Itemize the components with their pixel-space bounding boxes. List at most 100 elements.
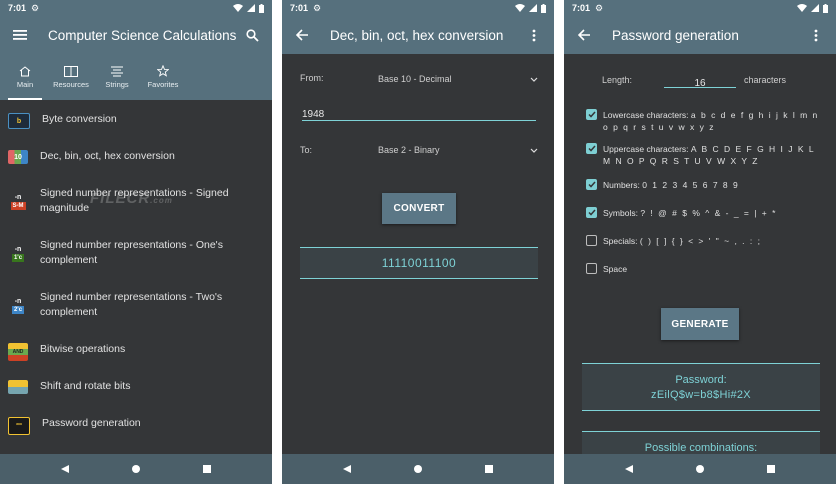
- option-chars: ? ! @ # $ % ^ & - _ = | + *: [640, 208, 777, 218]
- option-uppercase[interactable]: Uppercase characters: A B C D E F G H I …: [586, 143, 823, 167]
- home-nav-icon[interactable]: [680, 454, 720, 484]
- more-vert-icon[interactable]: [804, 23, 828, 47]
- list-item-label: Signed number representations - One's co…: [40, 239, 223, 266]
- system-nav-bar: [564, 454, 836, 484]
- length-unit: characters: [744, 75, 787, 85]
- settings-status-icon: ⚙: [313, 2, 322, 13]
- checkbox-numbers[interactable]: [586, 179, 597, 190]
- option-label: Space: [603, 264, 628, 274]
- list-icon: [111, 66, 123, 76]
- back-nav-icon[interactable]: [327, 454, 367, 484]
- convert-button[interactable]: CONVERT: [382, 193, 456, 224]
- option-label: Numbers:: [603, 180, 640, 190]
- app-bar: Password generation: [564, 16, 836, 54]
- status-time: 7:01: [572, 3, 591, 13]
- screen-main-menu: 7:01 ⚙ Computer Science Calculations Mai…: [0, 0, 272, 484]
- checkbox-lowercase[interactable]: [586, 109, 597, 120]
- option-numbers[interactable]: Numbers: 0 1 2 3 4 5 6 7 8 9: [586, 179, 823, 191]
- tab-resources[interactable]: Resources: [48, 54, 94, 100]
- number-input-value: 1948: [302, 109, 325, 120]
- check-icon: [587, 111, 596, 118]
- list-item-ones-complement[interactable]: -n 1'c Signed number representations - On…: [0, 238, 272, 268]
- option-label: Uppercase characters:: [603, 144, 689, 154]
- checkbox-space[interactable]: [586, 263, 597, 274]
- home-nav-icon[interactable]: [116, 454, 156, 484]
- menu-icon[interactable]: [8, 23, 32, 47]
- back-nav-icon[interactable]: [609, 454, 649, 484]
- option-space[interactable]: Space: [586, 263, 823, 275]
- back-arrow-icon[interactable]: [572, 23, 596, 47]
- twos-complement-icon: -n 2'c: [11, 298, 25, 314]
- tab-label: Resources: [53, 79, 89, 89]
- from-label: From:: [300, 73, 324, 83]
- wifi-icon: [515, 4, 525, 12]
- checkbox-symbols[interactable]: [586, 207, 597, 218]
- tab-label: Favorites: [147, 80, 179, 89]
- status-time: 7:01: [8, 3, 27, 13]
- length-input[interactable]: 16: [664, 73, 736, 89]
- to-select[interactable]: Base 2 - Binary: [378, 142, 538, 158]
- recents-nav-icon[interactable]: [469, 454, 509, 484]
- list-item-bitwise[interactable]: AND Bitwise operations: [0, 342, 133, 361]
- bitwise-icon: AND: [8, 343, 28, 361]
- from-select[interactable]: Base 10 - Decimal: [378, 71, 538, 87]
- back-arrow-icon[interactable]: [290, 23, 314, 47]
- list-item-password-generation[interactable]: *** Password generation: [0, 416, 149, 435]
- status-bar: 7:01 ⚙: [282, 0, 554, 16]
- option-symbols[interactable]: Symbols: ? ! @ # $ % ^ & - _ = | + *: [586, 207, 823, 219]
- system-nav-bar: [282, 454, 554, 484]
- length-input-value: 16: [694, 78, 706, 89]
- list-item-twos-complement[interactable]: -n 2'c Signed number representations - Tw…: [0, 290, 272, 320]
- check-icon: [587, 145, 596, 152]
- book-icon: [64, 65, 78, 77]
- list-item-shift-rotate[interactable]: Shift and rotate bits: [0, 379, 138, 394]
- status-time: 7:01: [290, 3, 309, 13]
- generate-button[interactable]: GENERATE: [661, 308, 739, 340]
- system-nav-bar: [0, 454, 272, 484]
- home-nav-icon[interactable]: [398, 454, 438, 484]
- more-vert-icon[interactable]: [522, 23, 546, 47]
- signal-icon: [529, 4, 537, 12]
- list-item-byte-conversion[interactable]: b Byte conversion: [0, 112, 125, 129]
- settings-status-icon: ⚙: [595, 2, 604, 13]
- checkbox-uppercase[interactable]: [586, 143, 597, 154]
- shift-icon: [8, 380, 28, 394]
- tab-label: Strings: [105, 79, 129, 89]
- tab-favorites[interactable]: Favorites: [140, 54, 186, 100]
- tab-strings[interactable]: Strings: [94, 54, 140, 100]
- recents-nav-icon[interactable]: [751, 454, 791, 484]
- wifi-icon: [797, 4, 807, 12]
- number-input[interactable]: 1948: [302, 104, 536, 121]
- app-bar: Computer Science Calculations: [0, 16, 272, 54]
- option-chars: 0 1 2 3 4 5 6 7 8 9: [642, 180, 740, 190]
- result-box: 11110011100: [300, 247, 538, 279]
- option-lowercase[interactable]: Lowercase characters: a b c d e f g h i …: [586, 109, 823, 133]
- page-title: Password generation: [612, 27, 739, 43]
- password-label: Password:: [675, 373, 727, 386]
- ones-complement-icon: -n 1'c: [11, 246, 25, 262]
- status-bar: 7:01 ⚙: [564, 0, 836, 16]
- back-nav-icon[interactable]: [45, 454, 85, 484]
- byte-icon: b: [8, 113, 30, 129]
- screen-base-conversion: 7:01 ⚙ Dec, bin, oct, hex conversion Fro…: [282, 0, 554, 484]
- tab-label: Main: [16, 79, 34, 89]
- list-item-label: Dec, bin, oct, hex conversion: [40, 150, 175, 162]
- page-title: Dec, bin, oct, hex conversion: [330, 27, 504, 43]
- recents-nav-icon[interactable]: [187, 454, 227, 484]
- app-bar: Dec, bin, oct, hex conversion: [282, 16, 554, 54]
- length-label: Length:: [602, 75, 633, 85]
- list-item-base-conversion[interactable]: 10 Dec, bin, oct, hex conversion: [0, 149, 183, 164]
- check-icon: [587, 209, 596, 216]
- checkbox-specials[interactable]: [586, 235, 597, 246]
- home-icon: [19, 65, 31, 76]
- option-specials[interactable]: Specials: ( ) [ ] { } < > ' " ~ , . : ;: [586, 235, 823, 247]
- search-icon[interactable]: [240, 23, 264, 47]
- tab-main[interactable]: Main: [2, 54, 48, 100]
- list-item-label: Signed number representations - Two's co…: [40, 291, 223, 318]
- watermark-text: FILECR: [90, 190, 151, 207]
- check-icon: [587, 181, 596, 188]
- option-label: Specials:: [603, 236, 638, 246]
- battery-icon: [259, 3, 264, 13]
- tab-bar: Main Resources Strings Favorites: [0, 54, 272, 100]
- list-item-label: Shift and rotate bits: [40, 380, 131, 392]
